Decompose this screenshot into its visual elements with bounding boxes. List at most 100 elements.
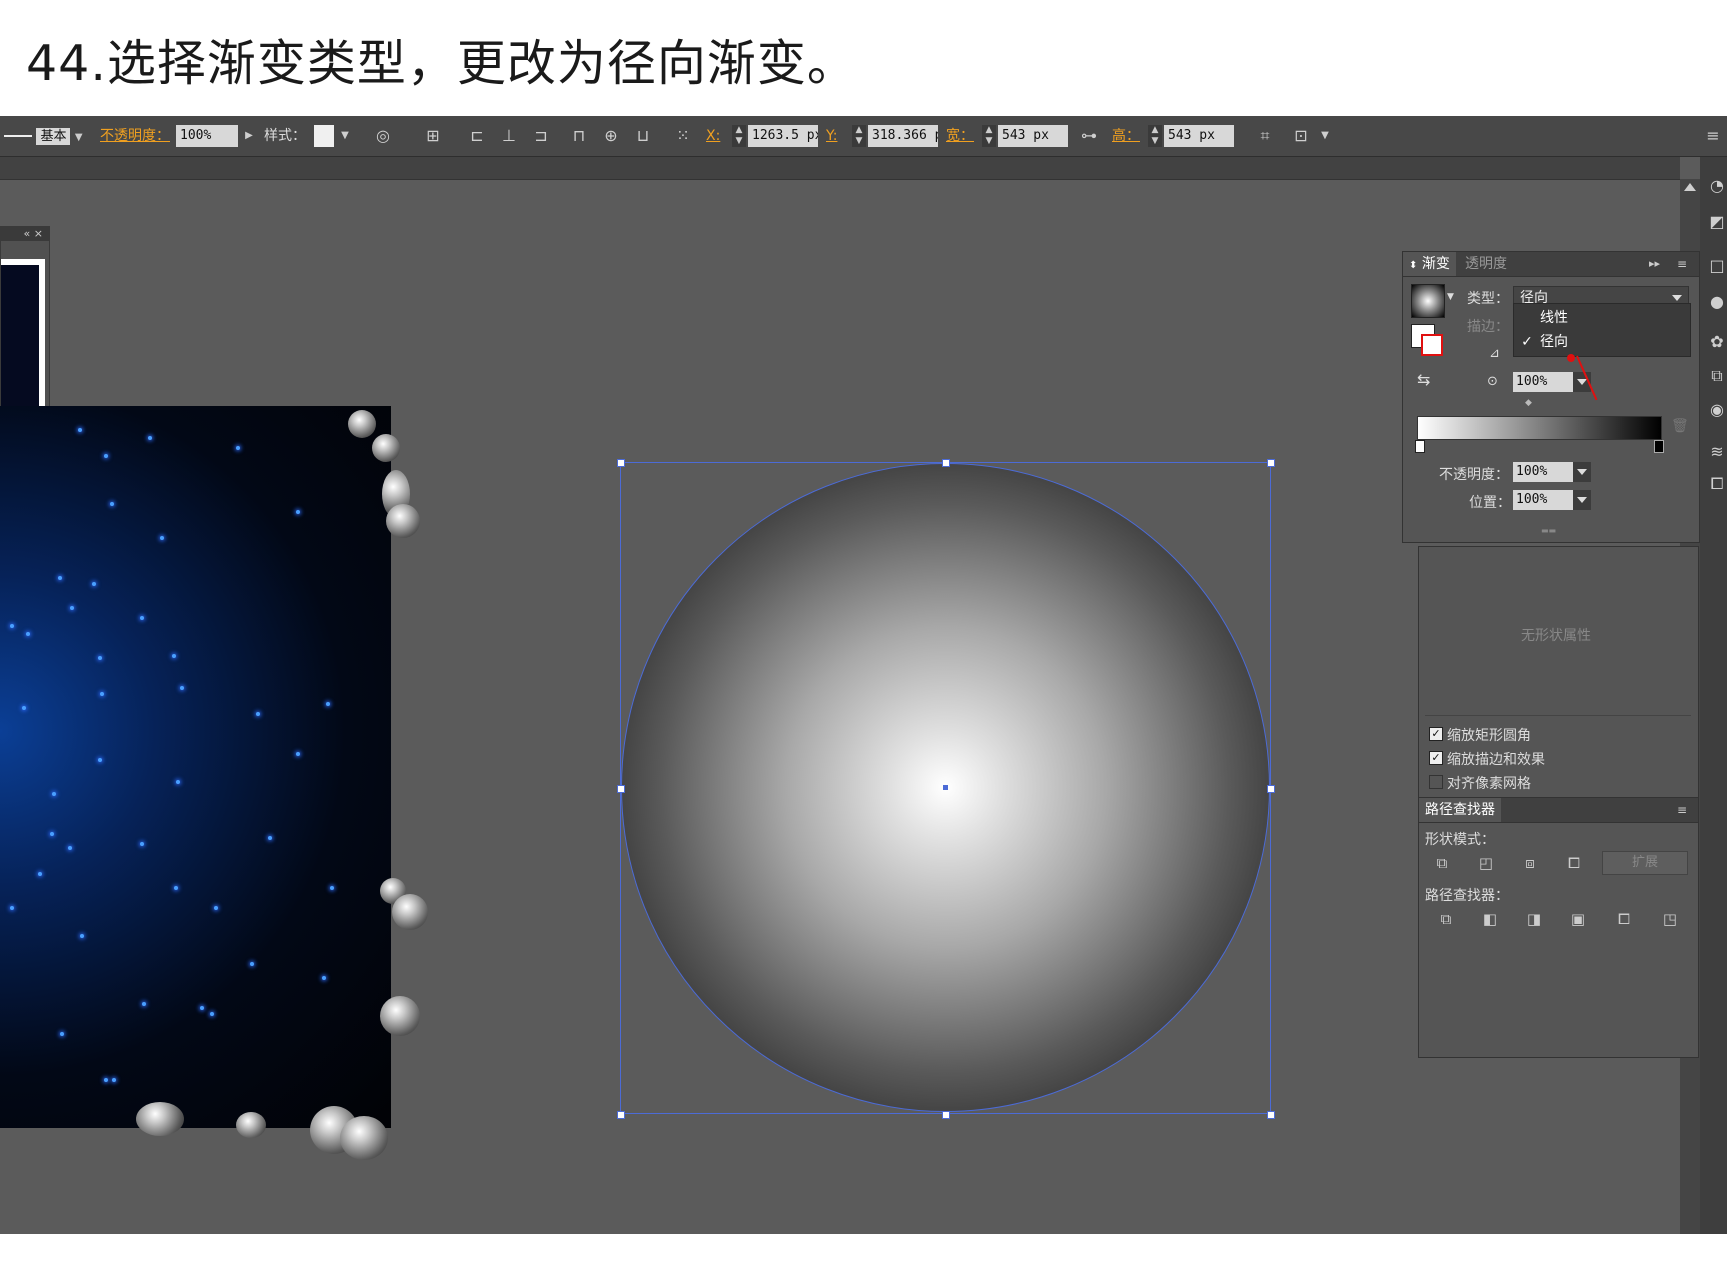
align-center-icon[interactable]: ⊥ bbox=[500, 127, 518, 145]
midpoint-diamond-icon[interactable]: ◆ bbox=[1525, 398, 1532, 408]
resize-grip-icon[interactable]: ▬▬ bbox=[1541, 526, 1556, 535]
panel-expand-icon[interactable]: ▸▸ bbox=[1643, 252, 1666, 276]
stroke-icon[interactable]: □ bbox=[1708, 257, 1726, 275]
starfield-artboard[interactable] bbox=[0, 406, 391, 1128]
handle-top-left[interactable] bbox=[617, 459, 625, 467]
handle-bottom-left[interactable] bbox=[617, 1111, 625, 1119]
tutorial-step-heading: 44.选择渐变类型，更改为径向渐变。 bbox=[26, 35, 857, 92]
pixel-grid-checkbox[interactable] bbox=[1429, 775, 1443, 789]
y-spinner[interactable]: ▲ ▼ bbox=[852, 125, 866, 147]
trim-icon[interactable]: ◧ bbox=[1479, 909, 1501, 929]
x-spinner[interactable]: ▲ ▼ bbox=[732, 125, 746, 147]
handle-top-right[interactable] bbox=[1267, 459, 1275, 467]
gradient-stop-white[interactable] bbox=[1415, 440, 1425, 453]
handle-bottom[interactable] bbox=[942, 1111, 950, 1119]
checkmark-icon: ✓ bbox=[1521, 334, 1533, 350]
align-right-icon[interactable]: ⊐ bbox=[532, 127, 550, 145]
pathfinder-menu-icon[interactable]: ≡ bbox=[1671, 798, 1693, 822]
minus-back-icon[interactable]: ◳ bbox=[1659, 909, 1681, 929]
recolor-icon[interactable]: ◎ bbox=[374, 127, 392, 145]
scale-corners-checkbox[interactable]: ✓ bbox=[1429, 727, 1443, 741]
color-guide-icon[interactable]: ◔ bbox=[1708, 177, 1726, 195]
opacity-arrow-icon[interactable]: ▶ bbox=[240, 127, 258, 145]
height-spinner[interactable]: ▲ ▼ bbox=[1148, 125, 1162, 147]
align-bottom-icon[interactable]: ⊔ bbox=[634, 127, 652, 145]
bubble bbox=[236, 1112, 266, 1138]
navigator-panel-header[interactable]: « × bbox=[1, 227, 49, 241]
menu-item-linear[interactable]: 线性 bbox=[1514, 306, 1690, 330]
aspect-ratio-input[interactable]: 100% bbox=[1513, 372, 1573, 392]
height-label[interactable]: 高： bbox=[1112, 126, 1140, 147]
expand-button[interactable]: 扩展 bbox=[1602, 851, 1688, 875]
transform-icon[interactable]: ⌗ bbox=[1256, 127, 1274, 145]
tab-transparency[interactable]: 透明度 bbox=[1459, 252, 1513, 276]
crop-icon[interactable]: ▣ bbox=[1567, 909, 1589, 929]
align-left-icon[interactable]: ⊏ bbox=[468, 127, 486, 145]
shape-modes-label: 形状模式： bbox=[1425, 832, 1495, 848]
constrain-link-icon[interactable]: ⊶ bbox=[1080, 127, 1098, 145]
stop-opacity-input[interactable]: 100% bbox=[1513, 462, 1573, 482]
stop-opacity-dropdown[interactable] bbox=[1573, 462, 1591, 482]
gradient-slider[interactable] bbox=[1417, 416, 1662, 440]
divide-icon[interactable]: ⧉ bbox=[1435, 909, 1457, 929]
collapse-arrows-icon: ⬍ bbox=[1409, 260, 1418, 271]
isolate-dropdown-icon[interactable]: ▼ bbox=[1316, 127, 1334, 145]
symbol-icon[interactable]: ✿ bbox=[1708, 333, 1726, 351]
tab-pathfinder[interactable]: 路径查找器 bbox=[1419, 798, 1501, 822]
angle-icon: ⊿ bbox=[1489, 346, 1500, 361]
gradient-stop-black[interactable] bbox=[1654, 440, 1664, 453]
outline-icon[interactable]: ⧠ bbox=[1613, 909, 1635, 929]
align-middle-icon[interactable]: ⊕ bbox=[602, 127, 620, 145]
control-bar-menu-icon[interactable]: ≡ bbox=[1704, 127, 1722, 145]
bubble bbox=[392, 894, 428, 930]
scroll-up-icon[interactable] bbox=[1684, 183, 1696, 191]
delete-stop-icon[interactable]: 🗑 bbox=[1671, 418, 1689, 434]
width-spinner[interactable]: ▲ ▼ bbox=[982, 125, 996, 147]
style-dropdown-icon[interactable]: ▼ bbox=[336, 127, 354, 145]
style-swatch[interactable] bbox=[314, 125, 334, 147]
x-label[interactable]: X: bbox=[706, 126, 720, 147]
opacity-input[interactable]: 100% bbox=[176, 125, 238, 147]
tab-gradient[interactable]: ⬍ 渐变 bbox=[1403, 252, 1456, 276]
links-icon[interactable]: ⧠ bbox=[1708, 475, 1726, 493]
brush-icon[interactable]: ● bbox=[1708, 293, 1726, 311]
intersect-icon[interactable]: ⧈ bbox=[1519, 853, 1541, 873]
merge-icon[interactable]: ◨ bbox=[1523, 909, 1545, 929]
x-input[interactable]: 1263.5 px bbox=[748, 125, 818, 147]
gradient-swatch[interactable] bbox=[1411, 284, 1445, 318]
handle-right[interactable] bbox=[1267, 785, 1275, 793]
menu-item-radial[interactable]: ✓ 径向 bbox=[1514, 330, 1690, 354]
artboard-icon[interactable]: ⧉ bbox=[1708, 367, 1726, 385]
y-input[interactable]: 318.366 px bbox=[868, 125, 938, 147]
exclude-icon[interactable]: ⧠ bbox=[1563, 853, 1585, 873]
shape-icon[interactable]: ◩ bbox=[1708, 213, 1726, 231]
opacity-label[interactable]: 不透明度： bbox=[100, 126, 170, 147]
align-to-icon[interactable]: ⊞ bbox=[424, 127, 442, 145]
unite-icon[interactable]: ⧉ bbox=[1431, 853, 1453, 873]
pathfinders-label: 路径查找器： bbox=[1425, 888, 1509, 904]
handle-bottom-right[interactable] bbox=[1267, 1111, 1275, 1119]
center-point bbox=[943, 785, 948, 790]
height-input[interactable]: 543 px bbox=[1164, 125, 1234, 147]
stroke-style-preview[interactable]: 基本 ▼ bbox=[4, 126, 83, 147]
width-label[interactable]: 宽： bbox=[946, 126, 974, 147]
layers-icon[interactable]: ≋ bbox=[1708, 443, 1726, 461]
control-bar: 基本 ▼ 不透明度： 100% ▶ 样式： ▼ ◎ ⊞ ⊏ ⊥ ⊐ ⊓ ⊕ ⊔ … bbox=[0, 116, 1727, 157]
panel-menu-icon[interactable]: ≡ bbox=[1671, 252, 1693, 276]
reference-point-icon[interactable]: ⁙ bbox=[674, 127, 692, 145]
handle-top[interactable] bbox=[942, 459, 950, 467]
appearance-icon[interactable]: ◉ bbox=[1708, 401, 1726, 419]
stop-location-dropdown[interactable] bbox=[1573, 490, 1591, 510]
isolate-icon[interactable]: ⊡ bbox=[1292, 127, 1310, 145]
stroke-swatch-none[interactable] bbox=[1421, 334, 1443, 356]
align-top-icon[interactable]: ⊓ bbox=[570, 127, 588, 145]
swatch-dropdown-icon[interactable]: ▼ bbox=[1447, 292, 1454, 302]
scale-strokes-checkbox[interactable]: ✓ bbox=[1429, 751, 1443, 765]
reverse-gradient-icon[interactable]: ⇆ bbox=[1417, 370, 1430, 389]
handle-left[interactable] bbox=[617, 785, 625, 793]
transform-and-pathfinder-panels: 无形状属性 ✓ 缩放矩形圆角 ✓ 缩放描边和效果 对齐像素网格 路径查找器 ≡ … bbox=[1418, 546, 1699, 1058]
y-label[interactable]: Y: bbox=[826, 126, 837, 147]
minus-front-icon[interactable]: ◰ bbox=[1475, 853, 1497, 873]
stop-location-input[interactable]: 100% bbox=[1513, 490, 1573, 510]
width-input[interactable]: 543 px bbox=[998, 125, 1068, 147]
